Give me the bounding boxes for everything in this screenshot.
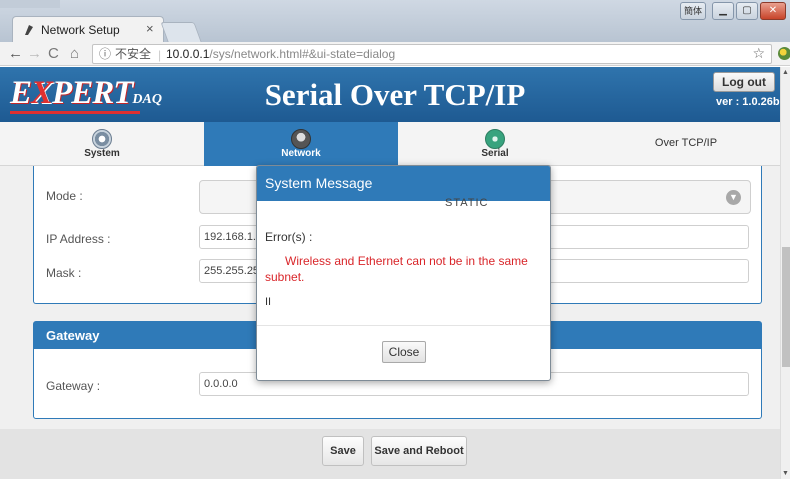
scroll-up-icon[interactable]: ▲ xyxy=(782,69,789,76)
browser-tab[interactable]: Network Setup × xyxy=(12,16,164,42)
back-icon[interactable]: ← xyxy=(8,45,23,63)
reload-icon[interactable]: C xyxy=(48,45,59,63)
ime-language-indicator[interactable]: 簡体 xyxy=(680,2,706,20)
scroll-thumb[interactable] xyxy=(782,247,790,367)
version-label: ver : 1.0.26b xyxy=(716,96,780,108)
dialog-title: System Message xyxy=(257,166,550,201)
home-icon[interactable]: ⌂ xyxy=(70,45,79,63)
tab-label: Over TCP/IP xyxy=(654,137,718,149)
error-message: Wireless and Ethernet can not be in the … xyxy=(265,254,528,284)
menu-icon[interactable]: ⋮ xyxy=(786,45,790,59)
network-icon xyxy=(291,129,311,149)
url-path: /sys/network.html#&ui-state=dialog xyxy=(209,47,396,61)
ip-address-label: IP Address : xyxy=(46,232,111,246)
maximize-window-button[interactable]: ▢ xyxy=(736,2,758,20)
tab-serial[interactable]: Serial xyxy=(398,122,592,166)
address-bar[interactable]: ⓘ 不安全 | 10.0.0.1/sys/network.html#&ui-st… xyxy=(92,44,772,64)
new-tab-button[interactable] xyxy=(160,22,202,42)
dialog-mark: II xyxy=(265,296,272,308)
save-and-reboot-button[interactable]: Save and Reboot xyxy=(371,436,467,466)
browser-titlebar: Network Setup × 簡体 ▁ ▢ ✕ xyxy=(0,0,790,42)
minimize-window-button[interactable]: ▁ xyxy=(712,2,734,20)
close-button[interactable]: Close xyxy=(382,341,426,363)
page-title: Serial Over TCP/IP xyxy=(264,77,526,112)
tab-label: System xyxy=(84,148,120,159)
tab-label: Network xyxy=(281,148,321,159)
scroll-down-icon[interactable]: ▼ xyxy=(782,470,789,477)
mask-label: Mask : xyxy=(46,266,82,280)
url-text[interactable]: 10.0.0.1/sys/network.html#&ui-state=dial… xyxy=(166,45,395,63)
star-icon[interactable]: ☆ xyxy=(752,44,765,62)
action-bar: Save Save and Reboot xyxy=(0,429,780,479)
save-button[interactable]: Save xyxy=(322,436,364,466)
address-separator: | xyxy=(158,48,162,62)
app-header: EXPERTDAQ Serial Over TCP/IP Log out ver… xyxy=(0,67,790,122)
errors-label: Error(s) : xyxy=(265,230,313,244)
forward-icon[interactable]: → xyxy=(27,45,42,63)
dialog-divider xyxy=(257,325,550,326)
tab-network[interactable]: Network xyxy=(204,122,398,166)
mode-label: Mode : xyxy=(46,189,83,203)
mode-value-behind: STATIC xyxy=(445,197,489,209)
security-label[interactable]: 不安全 xyxy=(115,45,151,63)
page-favicon-icon xyxy=(25,25,33,35)
gateway-label: Gateway : xyxy=(46,379,101,393)
tab-title: Network Setup xyxy=(41,23,120,37)
page-scrollbar[interactable]: ▲ ▼ xyxy=(780,67,790,479)
browser-toolbar: ← → C ⌂ ⓘ 不安全 | 10.0.0.1/sys/network.htm… xyxy=(0,42,790,66)
serial-icon xyxy=(485,129,505,149)
chevron-down-icon: ▼ xyxy=(726,190,741,205)
url-host: 10.0.0.1 xyxy=(166,47,210,61)
tab-over-tcpip[interactable]: Over TCP/IP xyxy=(592,122,780,166)
main-nav: System Network Serial Over TCP/IP xyxy=(0,122,790,166)
titlebar-decoration xyxy=(0,0,60,8)
logout-button[interactable]: Log out xyxy=(713,72,775,92)
info-icon[interactable]: ⓘ xyxy=(99,45,111,63)
tab-system[interactable]: System xyxy=(0,122,204,166)
tab-label: Serial xyxy=(481,148,509,159)
system-icon xyxy=(92,129,112,149)
system-message-dialog: System Message STATIC Error(s) : Wireles… xyxy=(256,165,551,381)
tab-close-icon[interactable]: × xyxy=(146,21,154,36)
close-window-button[interactable]: ✕ xyxy=(760,2,786,20)
